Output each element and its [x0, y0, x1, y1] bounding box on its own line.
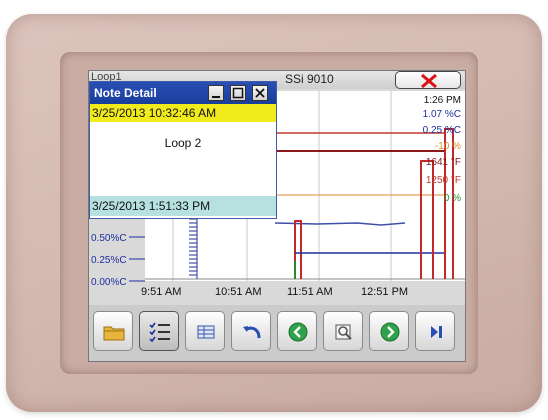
folder-icon	[103, 326, 125, 341]
window-close-button[interactable]	[252, 85, 268, 101]
close-icon	[255, 88, 265, 98]
checklist-icon	[149, 322, 170, 343]
table-view-button[interactable]	[185, 311, 225, 351]
y-tick-label: 0.25%C	[91, 255, 127, 266]
maximize-icon	[232, 87, 244, 99]
note-header[interactable]: Note Detail	[90, 82, 276, 104]
touch-screen: Loop1 SSi 9010 1:26 PM 1.07 %C 0.25 %C -…	[88, 70, 466, 362]
minimize-button[interactable]	[208, 85, 224, 101]
x-axis: 9:51 AM 10:51 AM 11:51 AM 12:51 PM	[141, 286, 408, 298]
toolbar	[89, 305, 465, 361]
legend-item: 1641 °F	[426, 157, 461, 168]
skip-to-end-button[interactable]	[415, 311, 455, 351]
legend-item: 1250 °F	[426, 175, 461, 186]
next-button[interactable]	[369, 311, 409, 351]
legend-item: -10 %	[435, 141, 461, 152]
note-detail-window[interactable]: Note Detail 3/25/2013 10:32:46 AM Loop 2…	[89, 81, 277, 219]
y-tick-label: 0.50%C	[91, 233, 127, 244]
undo-icon	[243, 326, 261, 339]
x-tick-label: 9:51 AM	[141, 286, 181, 298]
note-text: Loop 2	[164, 136, 202, 150]
notes-list-button[interactable]	[139, 311, 179, 351]
note-title: Note Detail	[94, 86, 157, 100]
scale-ticks	[189, 210, 198, 279]
zoom-button[interactable]	[323, 311, 363, 351]
app-title: SSi 9010	[285, 72, 334, 86]
legend-item: 0 %	[444, 193, 461, 204]
previous-button[interactable]	[277, 311, 317, 351]
zoom-icon	[335, 324, 352, 340]
x-tick-label: 11:51 AM	[287, 286, 333, 298]
close-icon	[421, 73, 437, 89]
open-file-button[interactable]	[93, 311, 133, 351]
close-button[interactable]	[395, 71, 461, 89]
table-icon	[197, 325, 215, 339]
arrow-left-icon	[288, 322, 308, 342]
x-tick-label: 12:51 PM	[361, 286, 408, 298]
undo-button[interactable]	[231, 311, 271, 351]
note-end-time: 3/25/2013 1:51:33 PM	[90, 196, 276, 216]
arrow-right-icon	[380, 322, 400, 342]
y-tick-label: 0.00%C	[91, 277, 127, 288]
x-tick-label: 10:51 AM	[215, 286, 261, 298]
maximize-button[interactable]	[230, 85, 246, 101]
minimize-icon	[212, 96, 220, 98]
legend-item: 0.25 %C	[423, 125, 461, 136]
note-start-time: 3/25/2013 10:32:46 AM	[90, 104, 276, 122]
skip-end-icon	[431, 326, 442, 338]
legend-time: 1:26 PM	[424, 95, 461, 106]
legend-item: 1.07 %C	[423, 109, 461, 120]
